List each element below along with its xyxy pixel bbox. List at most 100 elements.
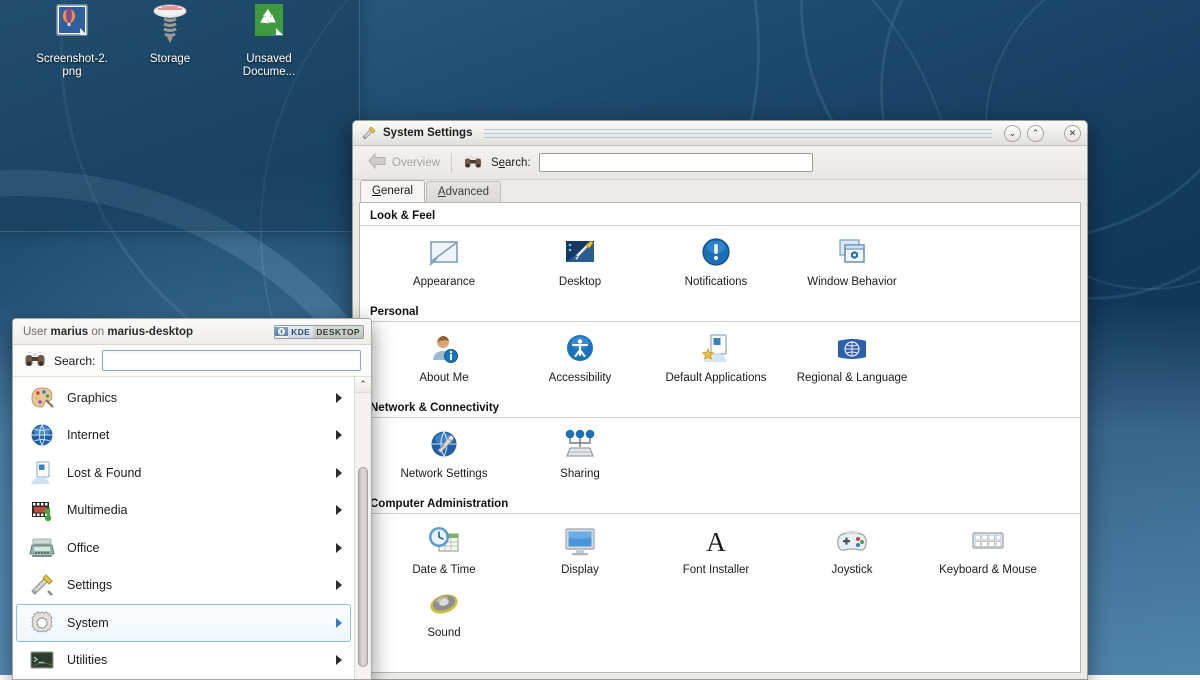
close-button[interactable]: ✕ (1064, 125, 1081, 142)
window-behavior-icon (835, 236, 869, 270)
settings-item-default-applications[interactable]: Default Applications (648, 332, 784, 385)
system-settings-window[interactable]: System Settings ⌄ ⌃ ✕ Overview (352, 120, 1088, 680)
tab-strip: General Advanced (353, 180, 1087, 202)
desktop-icon-label-line2: png (24, 66, 120, 79)
regional-language-icon (835, 332, 869, 366)
globe-icon (29, 422, 55, 448)
settings-item-date-time[interactable]: Date & Time (376, 524, 512, 577)
window-title: System Settings (383, 127, 472, 139)
search-input[interactable] (539, 153, 813, 172)
search-label: Search: (491, 157, 531, 169)
titlebar-stripes (484, 128, 992, 139)
section-heading: Network & Connectivity (360, 395, 1080, 418)
section-items-row1: Date & Time Display (360, 514, 1080, 587)
back-arrow-icon (367, 153, 387, 172)
maximize-button[interactable]: ⌃ (1027, 125, 1044, 142)
about-me-icon (427, 332, 461, 366)
section-heading: Personal (360, 299, 1080, 322)
window-toolbar: Overview Search: (353, 146, 1087, 180)
display-icon (563, 524, 597, 558)
typewriter-icon (29, 535, 55, 561)
settings-item-regional-language[interactable]: Regional & Language (784, 332, 920, 385)
notifications-icon (699, 236, 733, 270)
settings-item-display[interactable]: Display (512, 524, 648, 577)
settings-item-font-installer[interactable]: A Font Installer (648, 524, 784, 577)
section-computer-administration: Computer Administration (360, 491, 1080, 650)
tab-advanced[interactable]: Advanced (426, 181, 501, 202)
kmenu-scrollbar[interactable]: ⌃ (354, 377, 371, 679)
tab-general[interactable]: General (360, 180, 425, 202)
palette-icon (29, 385, 55, 411)
settings-item-label: Regional & Language (797, 372, 908, 385)
settings-item-keyboard-mouse[interactable]: Keyboard & Mouse (920, 524, 1056, 577)
section-look-and-feel: Look & Feel Appearance (360, 203, 1080, 299)
section-network-connectivity: Network & Connectivity Network Settings (360, 395, 1080, 491)
submenu-arrow-icon (336, 393, 342, 403)
overview-label: Overview (392, 157, 440, 169)
kmenu-item-internet[interactable]: Internet (16, 417, 351, 455)
section-personal: Personal About Me (360, 299, 1080, 395)
kmenu-item-label: Office (67, 541, 324, 555)
network-settings-icon (427, 428, 461, 462)
kmenu-search-label: Search: (54, 354, 95, 368)
scrollbar-thumb[interactable] (358, 467, 368, 667)
overview-button[interactable]: Overview (367, 153, 440, 172)
settings-item-label: Desktop (559, 276, 601, 289)
kmenu-item-system[interactable]: System (16, 604, 351, 642)
svg-text:A: A (706, 527, 726, 557)
trash-recycle-icon (246, 2, 292, 48)
kmenu-item-graphics[interactable]: Graphics (16, 379, 351, 417)
desktop-icon-label-line2: Docume... (221, 66, 317, 79)
kmenu-search-row: Search: (13, 345, 371, 377)
scrollbar-track[interactable] (355, 393, 371, 679)
kmenu-item-label: System (67, 616, 324, 630)
submenu-arrow-icon (336, 618, 342, 628)
settings-item-joystick[interactable]: Joystick (784, 524, 920, 577)
section-heading: Computer Administration (360, 491, 1080, 514)
toolbar-separator (451, 153, 452, 173)
kmenu-item-lost-and-found[interactable]: Lost & Found (16, 454, 351, 492)
tools-icon (29, 572, 55, 598)
kmenu-item-office[interactable]: Office (16, 529, 351, 567)
accessibility-icon (563, 332, 597, 366)
kmenu-item-utilities[interactable]: Utilities (16, 642, 351, 680)
kmenu-item-label: Graphics (67, 391, 324, 405)
settings-item-about-me[interactable]: About Me (376, 332, 512, 385)
desktop-icon-screenshot[interactable]: Screenshot-2. png (24, 2, 120, 79)
settings-item-appearance[interactable]: Appearance (376, 236, 512, 289)
settings-item-desktop[interactable]: Desktop (512, 236, 648, 289)
settings-item-sharing[interactable]: Sharing (512, 428, 648, 481)
settings-item-sound[interactable]: Sound (376, 587, 512, 640)
kde-application-menu[interactable]: User marius on marius-desktop KDE DESKTO… (12, 318, 372, 680)
joystick-icon (835, 524, 869, 558)
window-titlebar[interactable]: System Settings ⌄ ⌃ ✕ (353, 121, 1087, 146)
kde-gear-icon (275, 327, 288, 336)
binoculars-icon (23, 349, 47, 372)
desktop-icon-storage[interactable]: Storage (122, 2, 218, 66)
settings-item-label: Appearance (413, 276, 475, 289)
section-items: Network Settings Sh (360, 418, 1080, 491)
kmenu-item-settings[interactable]: Settings (16, 567, 351, 605)
section-heading: Look & Feel (360, 203, 1080, 226)
kde-desktop-badge: KDE DESKTOP (274, 325, 364, 339)
settings-content-area[interactable]: Look & Feel Appearance (359, 202, 1081, 673)
keyboard-mouse-icon (971, 524, 1005, 558)
font-installer-icon: A (699, 524, 733, 558)
scroll-up-button[interactable]: ⌃ (355, 377, 371, 393)
settings-item-window-behavior[interactable]: Window Behavior (784, 236, 920, 289)
image-file-icon (49, 2, 95, 48)
submenu-arrow-icon (336, 505, 342, 515)
kmenu-item-label: Lost & Found (67, 466, 324, 480)
settings-item-notifications[interactable]: Notifications (648, 236, 784, 289)
minimize-button[interactable]: ⌄ (1004, 125, 1021, 142)
badge-desktop-text: DESKTOP (313, 326, 363, 338)
kmenu-item-multimedia[interactable]: Multimedia (16, 492, 351, 530)
desktop-icon-unsaved-document[interactable]: Unsaved Docume... (221, 2, 317, 79)
submenu-arrow-icon (336, 543, 342, 553)
settings-item-label: Notifications (685, 276, 748, 289)
settings-item-network-settings[interactable]: Network Settings (376, 428, 512, 481)
settings-item-label: Keyboard & Mouse (939, 564, 1037, 577)
kmenu-search-input[interactable] (102, 350, 361, 371)
settings-item-accessibility[interactable]: Accessibility (512, 332, 648, 385)
settings-item-label: Accessibility (549, 372, 612, 385)
